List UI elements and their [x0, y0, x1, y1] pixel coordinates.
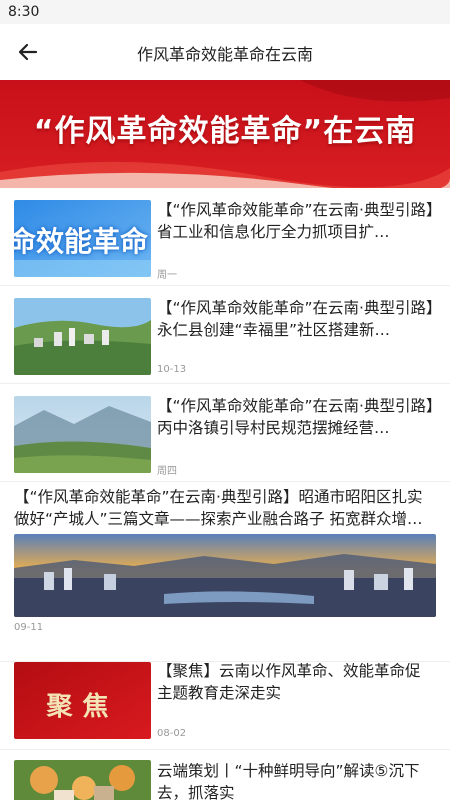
topic-banner: “作风革命效能革命”在云南: [0, 80, 450, 188]
article-date: 08-02: [157, 728, 187, 739]
news-list: 命效能革命 【“作风革命效能革命”在云南·典型引路】省工业和信息化厅全力抓项目扩…: [0, 188, 450, 800]
article-date: 09-11: [14, 622, 44, 633]
article-title: 【“作风革命效能革命”在云南·典型引路】昭通市昭阳区扎实做好“产城人”三篇文章—…: [14, 488, 423, 528]
back-button[interactable]: [14, 38, 42, 66]
page-title: 作风革命效能革命在云南: [136, 45, 313, 64]
article-thumbnail: [14, 298, 151, 375]
article-date: 10-13: [157, 364, 187, 375]
article-thumbnail: [14, 760, 151, 800]
article-thumbnail: 聚焦: [14, 662, 151, 739]
article-title: 云端策划丨“十种鲜明导向”解读⑤沉下去，抓落实: [157, 762, 420, 800]
article-image: [14, 534, 436, 617]
list-item[interactable]: 【“作风革命效能革命”在云南·典型引路】丙中洛镇引导村民规范摆摊经营… 周四: [0, 384, 450, 482]
list-item[interactable]: 聚焦 【聚焦】云南以作风革命、效能革命促主题教育走深走实 08-02: [0, 662, 450, 750]
list-item[interactable]: 云端策划丨“十种鲜明导向”解读⑤沉下去，抓落实: [0, 750, 450, 800]
article-date: 周四: [157, 466, 177, 477]
app-bar: 作风革命效能革命在云南: [0, 24, 450, 80]
list-item[interactable]: 命效能革命 【“作风革命效能革命”在云南·典型引路】省工业和信息化厅全力抓项目扩…: [0, 188, 450, 286]
status-time: 8:30: [8, 4, 40, 20]
article-thumbnail: [14, 396, 151, 473]
thumbnail-caption: 命效能革命: [14, 225, 149, 258]
article-title: 【聚焦】云南以作风革命、效能革命促主题教育走深走实: [157, 662, 421, 702]
thumbnail-caption: 聚焦: [46, 692, 119, 722]
article-title: 【“作风革命效能革命”在云南·典型引路】省工业和信息化厅全力抓项目扩…: [157, 201, 434, 241]
article-date: 周一: [157, 270, 177, 281]
article-thumbnail: 命效能革命: [14, 200, 151, 277]
status-bar: 8:30: [0, 0, 450, 24]
list-item[interactable]: 【“作风革命效能革命”在云南·典型引路】昭通市昭阳区扎实做好“产城人”三篇文章—…: [0, 482, 450, 662]
arrow-left-icon: [18, 43, 38, 61]
article-title: 【“作风革命效能革命”在云南·典型引路】永仁县创建“幸福里”社区搭建新…: [157, 299, 434, 339]
article-title: 【“作风革命效能革命”在云南·典型引路】丙中洛镇引导村民规范摆摊经营…: [157, 397, 434, 437]
list-item[interactable]: 【“作风革命效能革命”在云南·典型引路】永仁县创建“幸福里”社区搭建新… 10-…: [0, 286, 450, 384]
banner-title: “作风革命效能革命”在云南: [33, 114, 417, 149]
